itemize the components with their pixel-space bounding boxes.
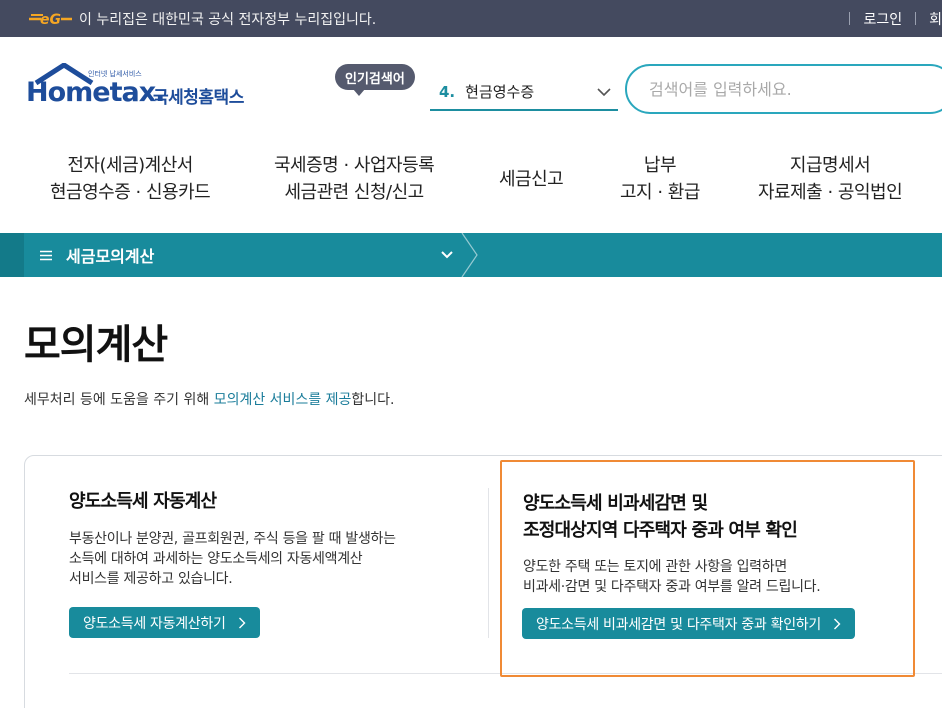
nav-item-label: 자료제출 · 공익법인 [758,182,903,203]
popular-term: 현금영수증 [465,83,535,101]
popular-rank: 4. [439,82,456,101]
login-link[interactable]: 로그인 [863,9,902,29]
divider [488,488,489,638]
gov-notice-text: 이 누리집은 대한민국 공식 전자정부 누리집입니다. [79,11,377,28]
nav-item-label: 고지 · 환급 [620,182,700,203]
nav-item-e-invoice[interactable]: 전자(세금)계산서 현금영수증 · 신용카드 [50,152,211,206]
site-header: 인터넷 납세서비스 Hometax. 국세청홈택스 인기검색어 4. 현금영수증 [0,37,942,137]
popular-search-badge: 인기검색어 [335,64,415,96]
logo-korean: 국세청홈택스 [153,88,244,108]
nav-item-label: 납부 [643,155,677,176]
chevron-down-icon [441,251,453,259]
search-input[interactable] [649,79,929,99]
nav-item-label: 국세증명 · 사업자등록 [274,155,435,176]
breadcrumb-home [0,233,24,277]
nav-item-label: 세금관련 신청/신고 [284,182,424,203]
gov-notice-bar: eG 이 누리집은 대한민국 공식 전자정부 누리집입니다. 로그인 회 [0,0,942,37]
divider [915,12,917,25]
signup-link[interactable]: 회 [929,9,942,29]
button-label: 양도소득세 자동계산하기 [83,615,226,632]
nav-item-label: 지급명세서 [789,155,871,176]
nav-item-label: 세금신고 [499,169,564,190]
chevron-down-icon [597,88,611,97]
breadcrumb-menu-dropdown[interactable]: 세금모의계산 [24,233,462,277]
desc-text: 합니다. [351,392,395,408]
svg-text:eG: eG [40,12,61,28]
main-nav: 전자(세금)계산서 현금영수증 · 신용카드 국세증명 · 사업자등록 세금관련… [0,137,942,233]
desc-text: 세무처리 등에 도움을 주기 위해 [24,392,214,408]
desc-highlight: 모의계산 서비스를 제공 [213,392,352,408]
hamburger-icon [40,250,52,260]
page-description: 세무처리 등에 도움을 주기 위해 모의계산 서비스를 제공합니다. [24,389,395,409]
page-title: 모의계산 [24,322,168,368]
popular-search-select[interactable]: 4. 현금영수증 [430,74,618,111]
logo-wordmark: Hometax. [26,77,165,108]
card-text-line: 서비스를 제공하고 있습니다. [69,571,233,587]
card-title: 양도소득세 자동계산 [69,491,217,512]
nav-item-statements[interactable]: 지급명세서 자료제출 · 공익법인 [758,152,903,206]
card-text-line: 소득에 대하여 과세하는 양도소득세의 자동세액계산 [69,551,363,567]
breadcrumb-separator-icon [461,233,478,277]
card-description: 부동산이나 분양권, 골프회원권, 주식 등을 팔 때 발생하는 소득에 대하여… [69,529,396,589]
breadcrumb: 세금모의계산 [0,233,942,277]
breadcrumb-label: 세금모의계산 [66,247,155,266]
chevron-right-icon [238,617,246,628]
nav-item-label: 현금영수증 · 신용카드 [50,182,211,203]
divider [849,12,851,25]
nav-item-certificates[interactable]: 국세증명 · 사업자등록 세금관련 신청/신고 [274,152,435,206]
hometax-logo[interactable]: 인터넷 납세서비스 Hometax. 국세청홈택스 [26,63,266,119]
gov-emblem-icon: eG [27,9,73,29]
auto-calc-button[interactable]: 양도소득세 자동계산하기 [69,607,260,638]
nav-item-tax-filing[interactable]: 세금신고 [499,166,564,193]
search-box[interactable] [625,64,942,114]
card-text-line: 부동산이나 분양권, 골프회원권, 주식 등을 팔 때 발생하는 [69,531,396,547]
highlight-outline [500,460,915,677]
nav-item-payment[interactable]: 납부 고지 · 환급 [620,152,700,206]
nav-item-label: 전자(세금)계산서 [67,155,193,176]
